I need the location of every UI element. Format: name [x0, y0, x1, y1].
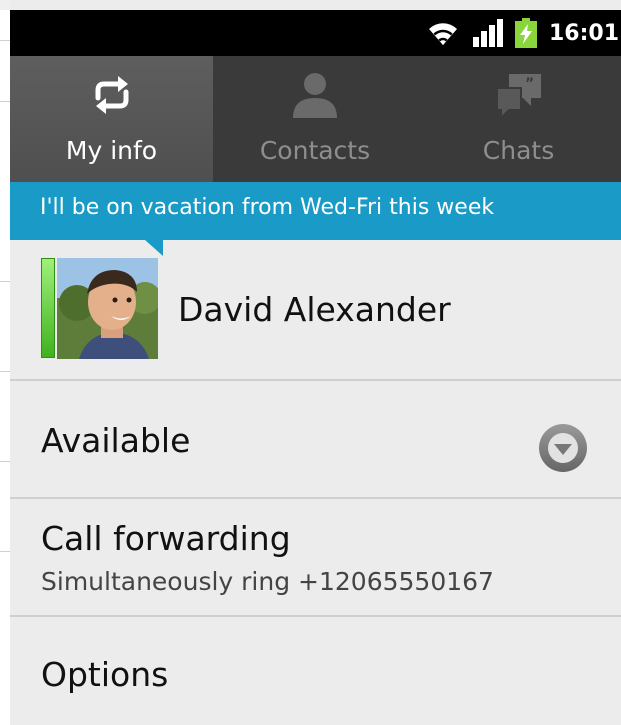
options-label: Options — [41, 655, 169, 694]
call-forwarding-detail: Simultaneously ring +12065550167 — [41, 567, 494, 596]
presence-indicator — [41, 258, 55, 358]
call-forwarding-title: Call forwarding — [41, 519, 291, 558]
tab-chats[interactable]: ” Chats — [417, 56, 620, 182]
tab-chats-label: Chats — [482, 136, 555, 165]
status-bar: 16:01 — [10, 10, 621, 56]
tab-my-info-label: My info — [65, 136, 158, 165]
signal-icon — [472, 19, 503, 47]
edge-line — [0, 461, 10, 462]
edge-line — [0, 281, 10, 282]
status-message-text: I'll be on vacation from Wed-Fri this we… — [40, 195, 495, 220]
wifi-icon — [428, 23, 457, 45]
options-row[interactable]: Options — [10, 617, 621, 725]
chevron-down-icon[interactable] — [538, 423, 588, 473]
status-message-banner[interactable]: I'll be on vacation from Wed-Fri this we… — [10, 182, 621, 240]
edge-line — [0, 101, 10, 102]
edge-line — [0, 551, 10, 552]
avatar — [57, 258, 158, 359]
profile-name: David Alexander — [178, 290, 451, 329]
tab-contacts[interactable]: Contacts — [213, 56, 417, 182]
availability-row[interactable]: Available — [10, 381, 621, 497]
battery-charging-icon — [514, 18, 537, 48]
phone-screen: 16:01 My info Contacts ” Chats I'll be o… — [10, 0, 621, 725]
availability-label: Available — [41, 421, 191, 460]
clock: 16:01 — [548, 20, 619, 46]
svg-text:”: ” — [525, 76, 534, 92]
edge-line — [0, 40, 10, 41]
refresh-arrows-icon — [95, 76, 128, 114]
status-icons: 16:01 — [425, 10, 621, 56]
tab-my-info[interactable]: My info — [10, 56, 213, 182]
profile-row[interactable]: David Alexander — [10, 240, 621, 380]
tab-bar: My info Contacts ” Chats — [10, 56, 621, 182]
chat-bubbles-icon: ” — [495, 74, 541, 121]
call-forwarding-row[interactable]: Call forwarding Simultaneously ring +120… — [10, 499, 621, 615]
edge-line — [0, 371, 10, 372]
tab-contacts-label: Contacts — [259, 136, 371, 165]
person-icon — [293, 73, 337, 118]
